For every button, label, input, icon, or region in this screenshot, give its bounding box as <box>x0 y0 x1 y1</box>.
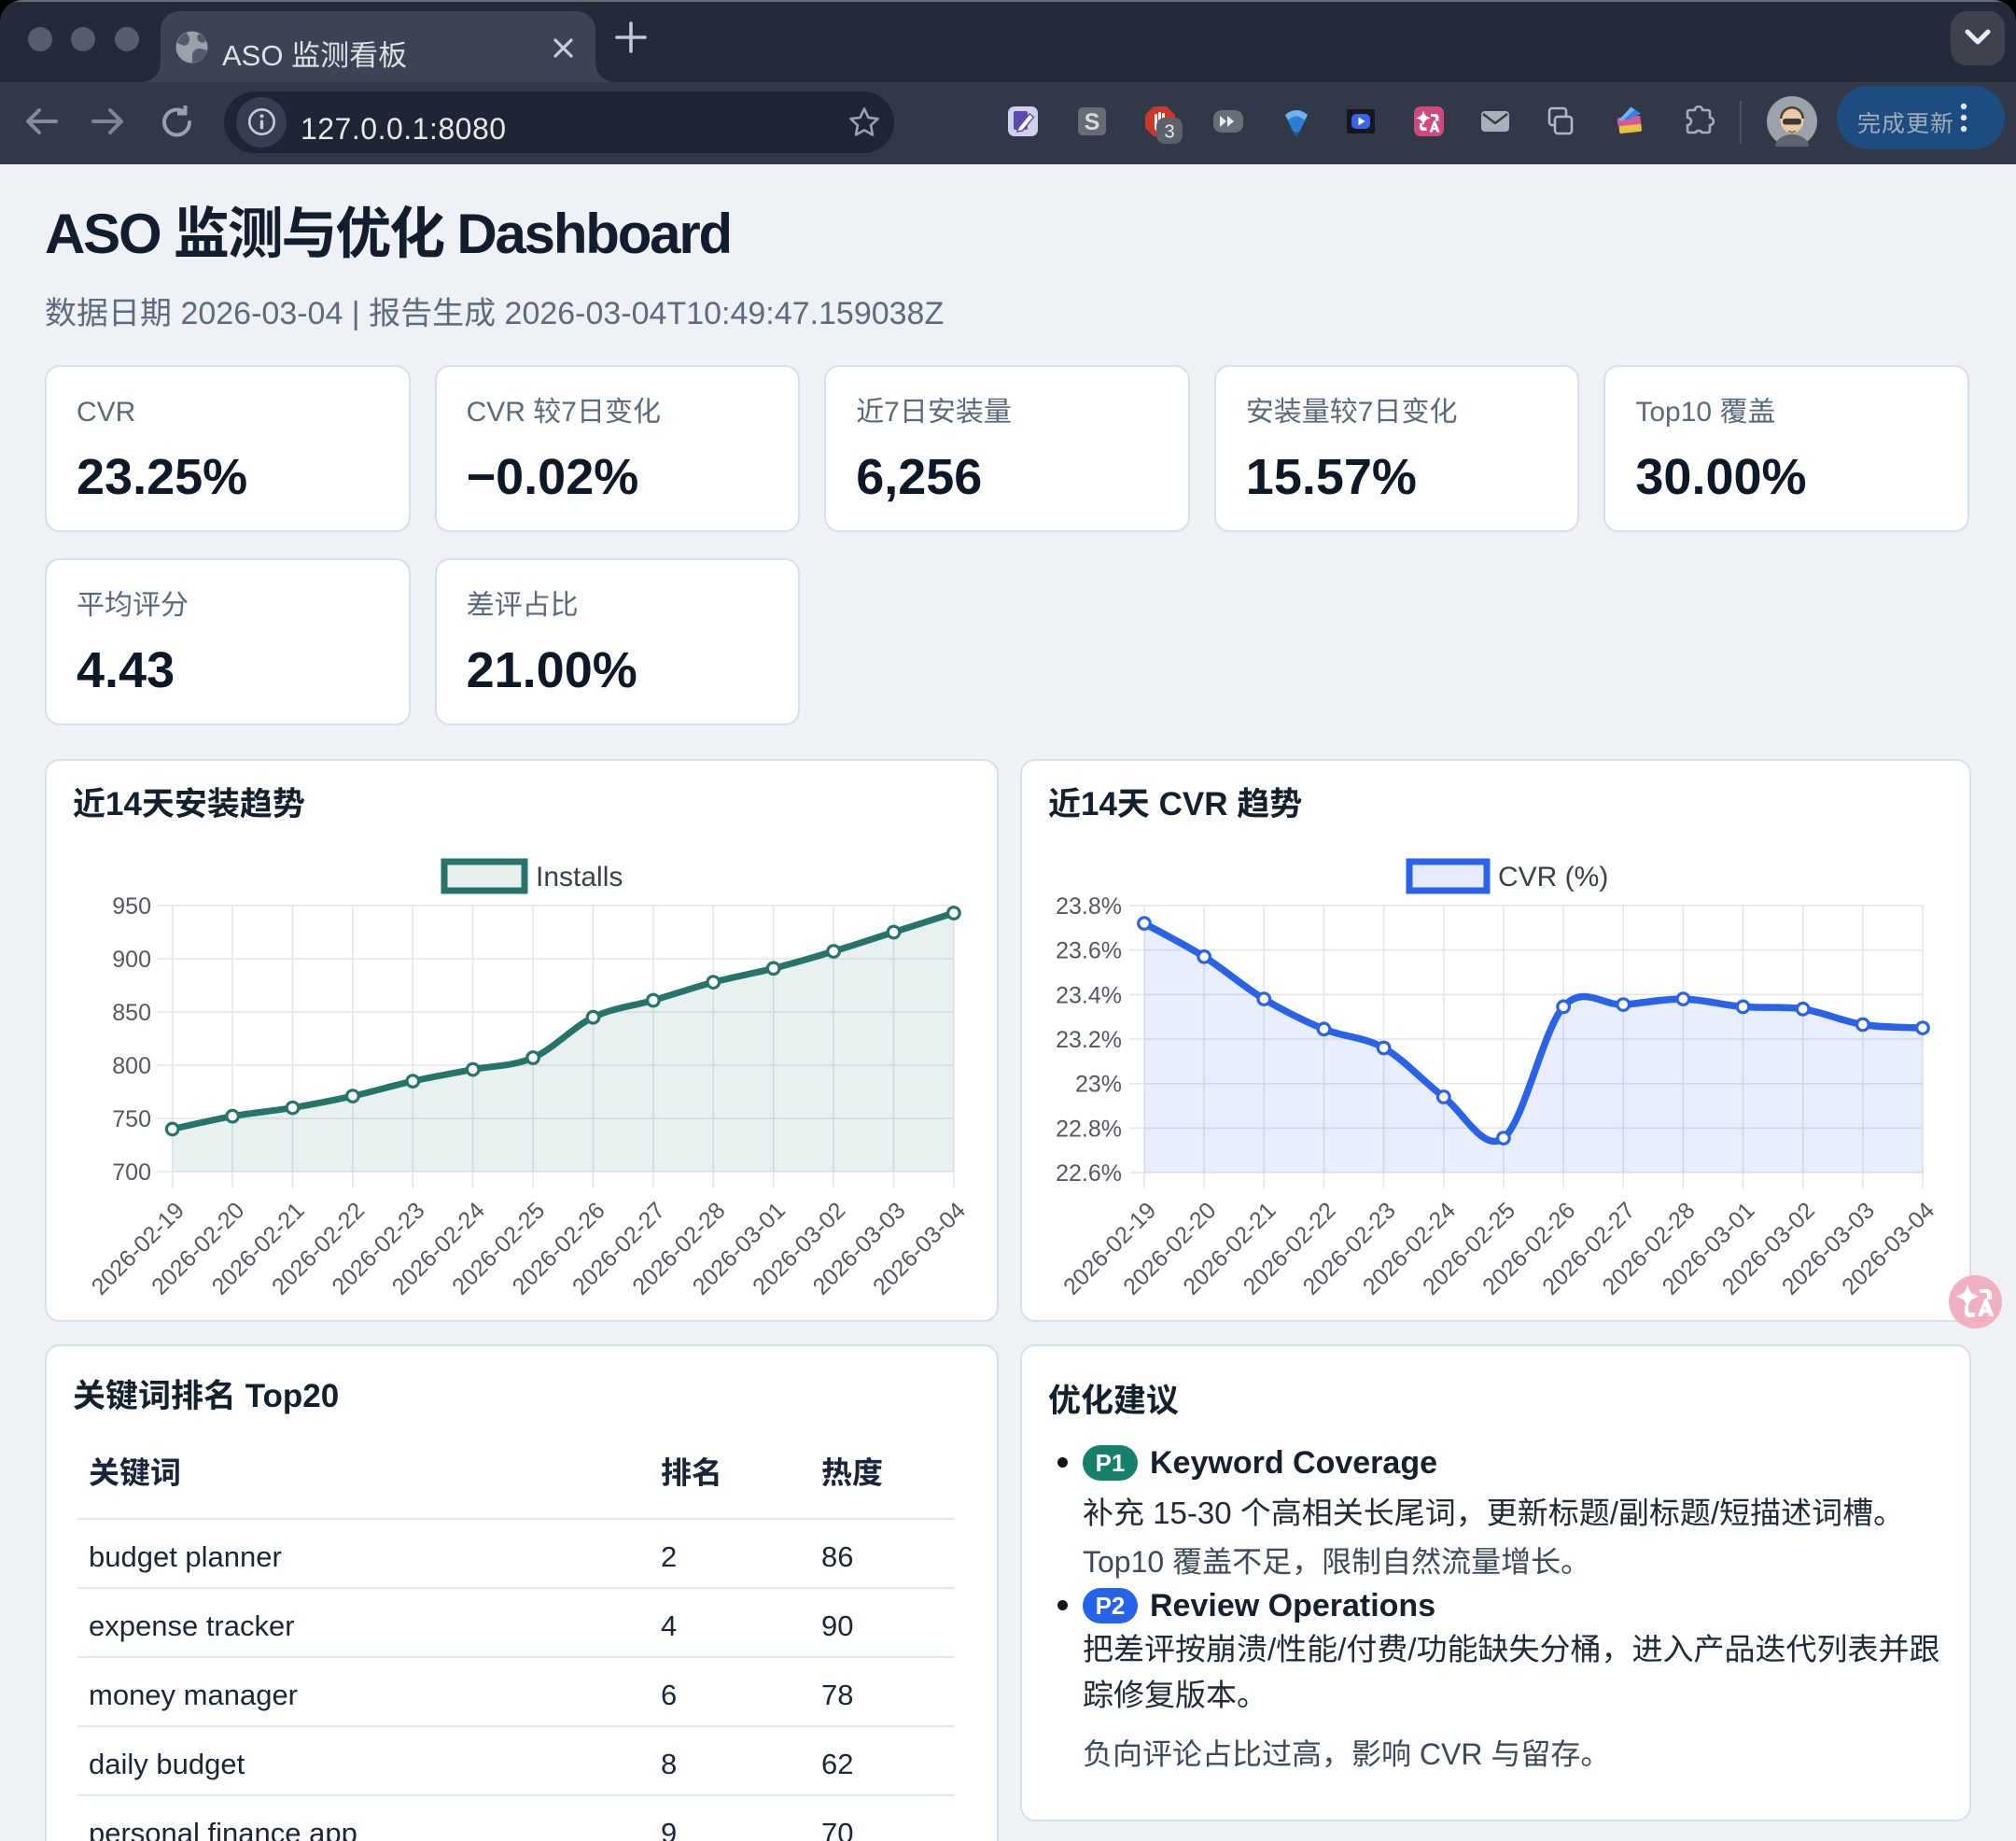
svg-text:750: 750 <box>112 1101 151 1134</box>
svg-text:700: 700 <box>112 1154 151 1188</box>
svg-text:3: 3 <box>1164 122 1174 143</box>
svg-text:23.6%: 23.6% <box>1056 933 1122 966</box>
svg-text:22.8%: 22.8% <box>1056 1110 1122 1144</box>
svg-text:22.6%: 22.6% <box>1056 1155 1122 1188</box>
svg-text:850: 850 <box>112 994 151 1028</box>
svg-text:23.8%: 23.8% <box>1056 888 1122 921</box>
svg-text:23.4%: 23.4% <box>1056 977 1122 1010</box>
svg-text:S: S <box>1085 109 1100 135</box>
svg-text:23.2%: 23.2% <box>1056 1021 1122 1055</box>
svg-text:Installs: Installs <box>536 853 623 894</box>
svg-text:950: 950 <box>112 888 151 921</box>
svg-text:900: 900 <box>112 941 151 975</box>
svg-text:CVR (%): CVR (%) <box>1498 853 1608 894</box>
svg-text:800: 800 <box>112 1047 151 1081</box>
svg-text:23%: 23% <box>1075 1066 1122 1100</box>
